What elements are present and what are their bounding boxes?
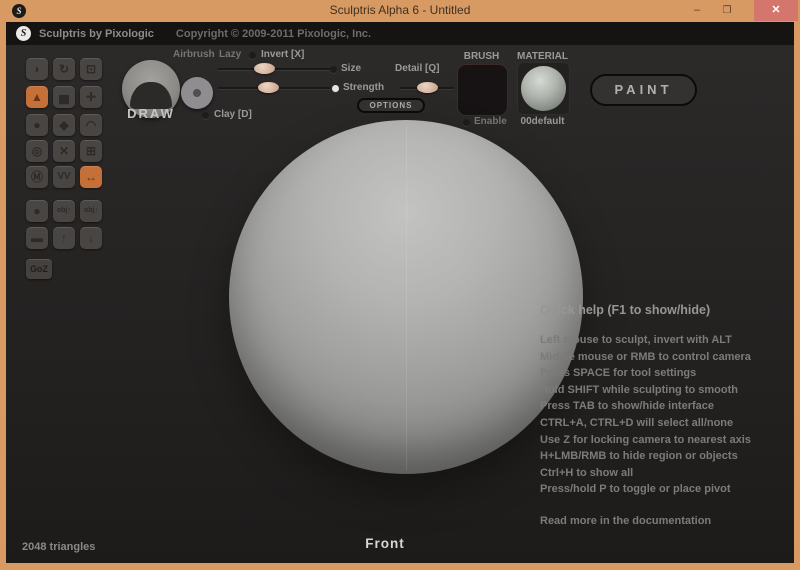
tool-inflate-button[interactable]: ● <box>26 114 48 136</box>
view-orientation-label: Front <box>6 536 764 551</box>
brand-name: Sculptris by Pixologic <box>39 28 154 40</box>
help-line: Press SPACE for tool settings <box>540 365 786 382</box>
new-plane-button[interactable]: ▬ <box>26 227 48 249</box>
size-label: Size <box>341 63 361 74</box>
tool-symmetry-button[interactable]: ↔ <box>80 166 102 188</box>
strength-slider-handle[interactable] <box>258 82 279 93</box>
titlebar: S Sculptris Alpha 6 - Untitled – ❐ ✕ <box>0 0 800 22</box>
tool-rotate-button[interactable]: ↻ <box>53 58 75 80</box>
help-line: Ctrl+H to show all <box>540 465 786 482</box>
options-button[interactable]: OPTIONS <box>357 98 425 113</box>
tool-subdivide-all-button[interactable]: ⊞ <box>80 140 102 162</box>
brush-texture-slot[interactable] <box>457 64 508 116</box>
new-sphere-button[interactable]: ● <box>26 200 48 222</box>
strength-slider[interactable] <box>218 82 330 93</box>
close-button[interactable]: ✕ <box>754 0 798 21</box>
help-line: H+LMB/RMB to hide region or objects <box>540 448 786 465</box>
symmetry-seam-line <box>406 127 407 470</box>
detail-slider[interactable] <box>400 82 454 93</box>
airbrush-label: Airbrush <box>173 49 215 60</box>
brand-bar: S Sculptris by Pixologic Copyright © 200… <box>6 22 794 45</box>
help-line: Press TAB to show/hide interface <box>540 398 786 415</box>
tool-crease-button[interactable]: ◗ <box>26 58 48 80</box>
tool-sidebar: ◗ ↻ ⊡ ▲ ▅ ✛ ● ◆ ◠ ◎ ✕ ⊞ Ⓜ VV ↔ <box>26 58 112 279</box>
tool-wireframe-button[interactable]: VV <box>53 166 75 188</box>
tool-smooth-button[interactable]: ◠ <box>80 114 102 136</box>
sculpt-sphere-model[interactable] <box>229 120 583 474</box>
window-title: Sculptris Alpha 6 - Untitled <box>0 3 800 17</box>
minimize-button[interactable]: – <box>682 0 712 21</box>
quick-help-panel: Quick help (F1 to show/hide) Left mouse … <box>540 303 786 527</box>
tool-draw-button[interactable]: ▲ <box>26 86 48 108</box>
export-obj-button[interactable]: obj↓ <box>80 200 102 222</box>
material-section-label: MATERIAL <box>517 51 568 62</box>
material-preview-icon <box>521 66 566 111</box>
strength-label: Strength <box>343 82 384 93</box>
tool-mask-button[interactable]: Ⓜ <box>26 166 48 188</box>
sculptris-logo-icon: S <box>16 26 31 41</box>
help-line: Middle mouse or RMB to control camera <box>540 349 786 366</box>
size-slider-handle[interactable] <box>254 63 275 74</box>
tool-reduce-selected-button[interactable]: ✕ <box>53 140 75 162</box>
active-tool-label: DRAW <box>112 106 190 121</box>
size-slider[interactable] <box>218 63 330 74</box>
app-window: S Sculptris Alpha 6 - Untitled – ❐ ✕ S S… <box>0 0 800 570</box>
size-radio[interactable] <box>330 66 337 73</box>
clay-label: Clay [D] <box>214 109 252 120</box>
help-line: Use Z for locking camera to nearest axis <box>540 432 786 449</box>
invert-label: Invert [X] <box>261 49 304 60</box>
import-obj-button[interactable]: obj↑ <box>53 200 75 222</box>
help-footer: Read more in the documentation <box>540 515 786 527</box>
lazy-label: Lazy <box>219 49 241 60</box>
tool-reduce-brush-button[interactable]: ◎ <box>26 140 48 162</box>
invert-checkbox[interactable] <box>249 52 256 59</box>
help-line: Left mouse to sculpt, invert with ALT <box>540 332 786 349</box>
clay-checkbox[interactable] <box>202 112 209 119</box>
brush-enable-checkbox[interactable] <box>463 119 470 126</box>
open-file-button[interactable]: ↑ <box>53 227 75 249</box>
app-content: S Sculptris by Pixologic Copyright © 200… <box>6 22 794 563</box>
tool-grab-button[interactable]: ✛ <box>80 86 102 108</box>
help-line: Press/hold P to toggle or place pivot <box>540 481 786 498</box>
save-file-button[interactable]: ↓ <box>80 227 102 249</box>
goz-button[interactable]: GoZ <box>26 259 52 279</box>
tool-scale-button[interactable]: ⊡ <box>80 58 102 80</box>
help-line: CTRL+A, CTRL+D will select all/none <box>540 415 786 432</box>
maximize-button[interactable]: ❐ <box>712 0 742 21</box>
brush-enable-label: Enable <box>474 116 507 127</box>
airbrush-nozzle-button[interactable] <box>181 77 213 109</box>
paint-mode-button[interactable]: PAINT <box>590 74 697 106</box>
strength-radio[interactable] <box>332 85 339 92</box>
help-line: Hold SHIFT while sculpting to smooth <box>540 382 786 399</box>
brush-alpha-icon <box>130 82 172 109</box>
copyright-text: Copyright © 2009-2011 Pixologic, Inc. <box>176 28 371 40</box>
detail-slider-handle[interactable] <box>417 82 438 93</box>
brush-section-label: BRUSH <box>457 51 506 62</box>
tool-pinch-button[interactable]: ◆ <box>53 114 75 136</box>
quick-help-title: Quick help (F1 to show/hide) <box>540 303 786 317</box>
material-name: 00default <box>511 116 574 127</box>
material-selector[interactable] <box>517 62 570 115</box>
detail-label: Detail [Q] <box>395 63 439 74</box>
tool-flatten-button[interactable]: ▅ <box>53 86 75 108</box>
